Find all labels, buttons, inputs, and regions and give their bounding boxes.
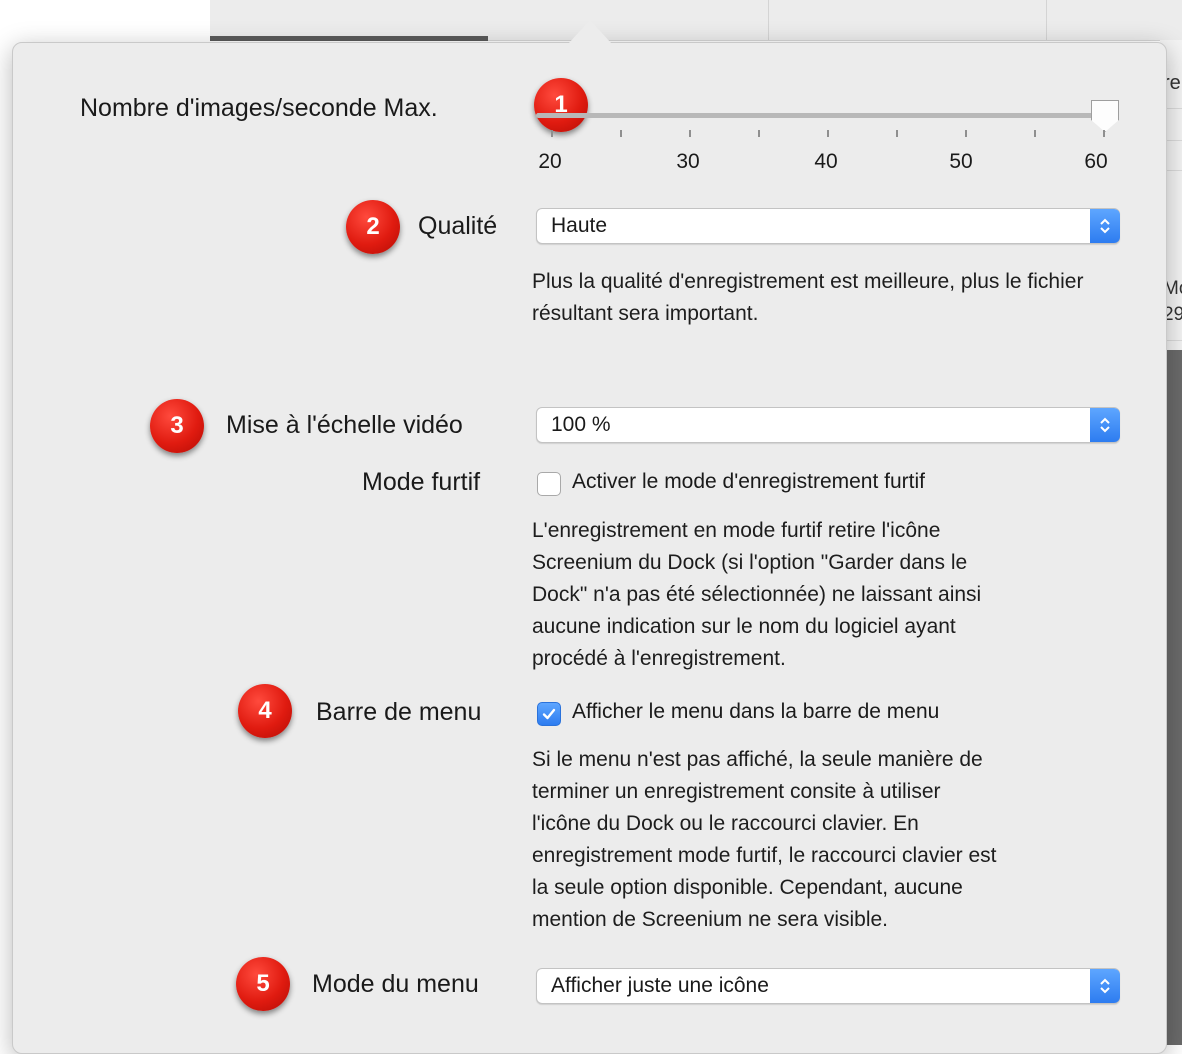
menubar-label: Barre de menu [316, 698, 482, 726]
framerate-label: Nombre d'images/seconde Max. [80, 94, 438, 122]
menubar-description-line: terminer un enregistrement consite à uti… [532, 780, 941, 803]
quality-select-value: Haute [551, 214, 608, 237]
quality-description: Plus la qualité d'enregistrement est mei… [532, 270, 1084, 325]
quality-select[interactable]: Haute [536, 208, 1120, 244]
background-divider [768, 0, 769, 40]
slider-tick [551, 130, 553, 137]
menubar-description-line: Si le menu n'est pas affiché, la seule m… [532, 748, 983, 771]
slider-tick [1103, 130, 1105, 137]
menubar-description-line: enregistrement mode furtif, le raccourci… [532, 844, 997, 867]
menu-mode-select[interactable]: Afficher juste une icône [536, 968, 1120, 1004]
menubar-checkbox[interactable] [537, 702, 561, 726]
framerate-slider-fill [536, 113, 1104, 118]
up-down-chevron-icon [1090, 209, 1120, 243]
slider-tick [620, 130, 622, 137]
menubar-description-line: mention de Screenium ne sera visible. [532, 908, 889, 931]
stealth-checkbox-label[interactable]: Activer le mode d'enregistrement furtif [572, 470, 925, 494]
slider-tick [965, 130, 967, 137]
scaling-label: Mise à l'échelle vidéo [226, 411, 463, 439]
tick-label-50: 50 [949, 150, 973, 173]
stealth-description: L'enregistrement en mode furtif retire l… [532, 515, 1132, 675]
stealth-description-line: procédé à l'enregistrement. [532, 647, 786, 670]
menubar-description-line: l'icône du Dock ou le raccourci clavier.… [532, 812, 919, 835]
callout-badge-4: 4 [238, 684, 292, 738]
stealth-checkbox[interactable] [537, 472, 561, 496]
background-toolbar [210, 0, 1182, 41]
up-down-chevron-icon [1090, 969, 1120, 1003]
menu-mode-select-value: Afficher juste une icône [551, 974, 769, 997]
callout-badge-1: 1 [534, 78, 588, 132]
background-divider [1046, 0, 1047, 40]
menubar-checkbox-label[interactable]: Afficher le menu dans la barre de menu [572, 700, 939, 724]
slider-tick [827, 130, 829, 137]
slider-tick [1034, 130, 1036, 137]
slider-tick [896, 130, 898, 137]
tick-label-20: 20 [538, 150, 562, 173]
scaling-select-value: 100 % [551, 413, 611, 436]
background-tab-indicator [210, 36, 488, 41]
callout-badge-2: 2 [346, 200, 400, 254]
quality-label: Qualité [418, 212, 498, 240]
callout-badge-3: 3 [150, 399, 204, 453]
callout-badge-5: 5 [236, 957, 290, 1011]
stealth-description-line: L'enregistrement en mode furtif retire l… [532, 519, 941, 542]
checkmark-icon [542, 708, 556, 720]
menubar-description: Si le menu n'est pas affiché, la seule m… [532, 744, 1132, 936]
stealth-label: Mode furtif [362, 468, 481, 496]
tick-label-40: 40 [814, 150, 838, 173]
slider-tick [758, 130, 760, 137]
menu-mode-label: Mode du menu [312, 970, 479, 998]
up-down-chevron-icon [1090, 408, 1120, 442]
stealth-description-line: Dock" n'a pas été sélectionnée) ne laiss… [532, 583, 982, 606]
menubar-description-line: la seule option disponible. Cependant, a… [532, 876, 963, 899]
stealth-description-line: Screenium du Dock (si l'option "Garder d… [532, 551, 968, 574]
popover-arrow [568, 20, 612, 44]
stealth-description-line: aucune indication sur le nom du logiciel… [532, 615, 956, 638]
scaling-select[interactable]: 100 % [536, 407, 1120, 443]
tick-label-30: 30 [676, 150, 700, 173]
tick-label-60: 60 [1084, 150, 1108, 173]
slider-tick [689, 130, 691, 137]
